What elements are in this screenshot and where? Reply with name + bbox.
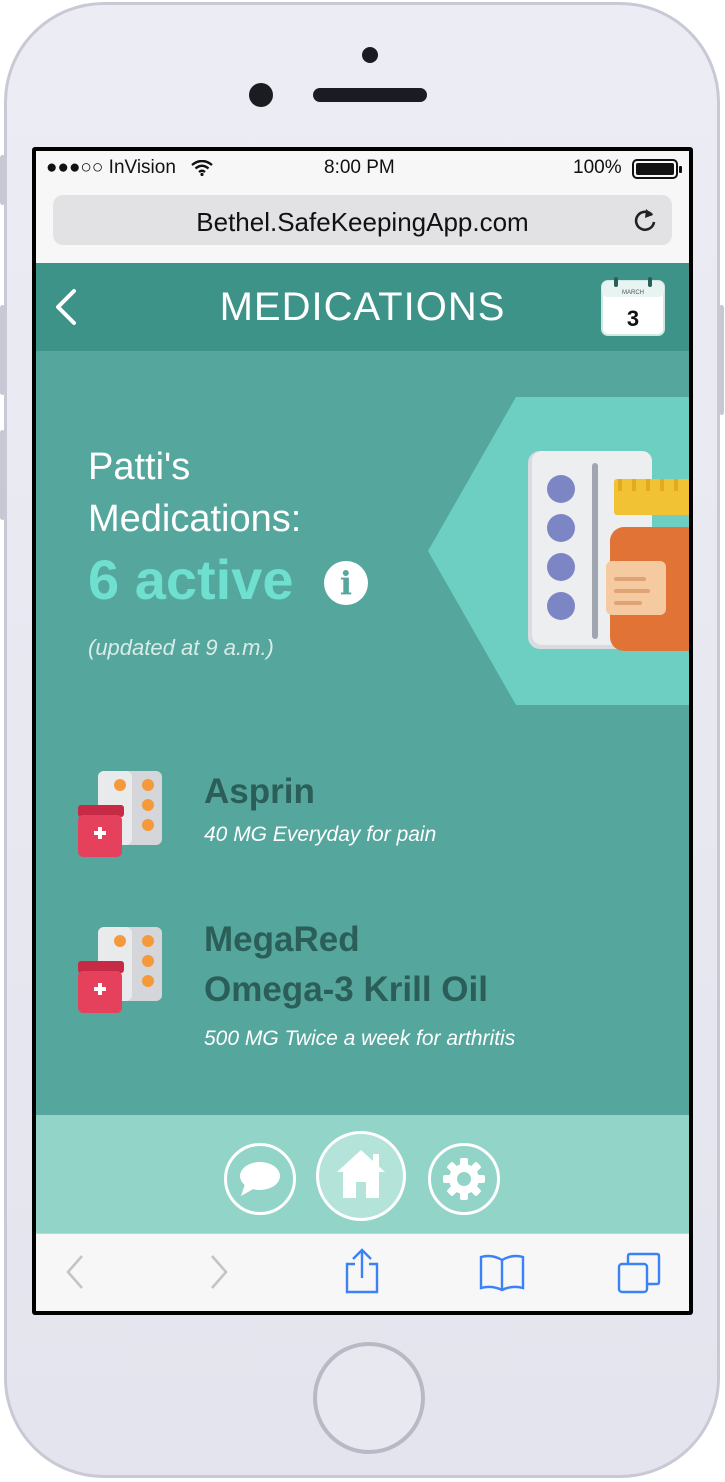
earpiece-speaker — [313, 88, 427, 102]
battery-icon — [632, 159, 682, 179]
app-content: MEDICATIONS MARCH 3 Patti's Medications:… — [36, 263, 689, 1233]
url-field[interactable]: Bethel.SafeKeepingApp.com — [53, 195, 672, 245]
status-bar: ●●●○○ InVision 8:00 PM 100% — [36, 151, 689, 187]
carrier-label: ●●●○○ InVision — [46, 157, 176, 178]
url-text: Bethel.SafeKeepingApp.com — [196, 207, 529, 237]
bookmarks-icon[interactable] — [478, 1252, 526, 1292]
patient-name: Patti's — [88, 446, 191, 488]
share-icon[interactable] — [342, 1248, 382, 1294]
pill-bottle-icon — [78, 927, 162, 1013]
medication-description: 40 MG Everyday for pain — [204, 823, 437, 846]
medication-name-line2: Omega-3 Krill Oil — [204, 970, 488, 1009]
forward-arrow-icon[interactable] — [208, 1252, 232, 1292]
home-button[interactable] — [313, 1342, 425, 1454]
volume-down-button — [0, 430, 5, 520]
reload-icon[interactable] — [632, 207, 658, 233]
medication-hero-illustration — [428, 397, 689, 705]
browser-url-bar: Bethel.SafeKeepingApp.com — [36, 187, 689, 264]
calendar-month: MARCH — [622, 290, 644, 296]
gear-icon — [443, 1158, 485, 1200]
browser-toolbar — [36, 1233, 689, 1311]
wifi-icon — [191, 160, 213, 176]
calendar-day: 3 — [627, 306, 639, 331]
volume-up-button — [0, 305, 5, 395]
front-sensor — [362, 47, 378, 63]
medication-description: 500 MG Twice a week for arthritis — [204, 1027, 516, 1050]
home-icon — [337, 1150, 385, 1198]
page-title: MEDICATIONS — [219, 285, 506, 329]
patient-heading: Patti's Medications: — [88, 441, 301, 545]
medication-item[interactable]: Asprin 40 MG Everyday for pain — [36, 753, 689, 873]
tab-chat[interactable] — [224, 1143, 296, 1215]
back-arrow-icon[interactable] — [62, 1252, 86, 1292]
active-count: 6 active — [88, 548, 294, 611]
app-tab-bar — [36, 1115, 689, 1233]
front-camera — [249, 83, 273, 107]
pill-bottle-icon — [78, 771, 162, 857]
tab-home[interactable] — [316, 1131, 406, 1221]
info-icon[interactable]: i — [324, 561, 368, 605]
medication-item[interactable]: MegaRed Omega-3 Krill Oil 500 MG Twice a… — [36, 913, 689, 1073]
battery-percent: 100% — [573, 157, 622, 178]
active-count-row: 6 active i — [88, 547, 368, 611]
medication-name-line1: MegaRed — [204, 920, 360, 959]
updated-timestamp: (updated at 9 a.m.) — [88, 635, 274, 660]
clock: 8:00 PM — [324, 157, 395, 178]
chat-bubble-icon — [240, 1162, 280, 1196]
tab-settings[interactable] — [428, 1143, 500, 1215]
mute-switch — [0, 155, 5, 205]
medications-label: Medications: — [88, 498, 302, 540]
tabs-icon[interactable] — [616, 1252, 662, 1294]
medication-name: Asprin — [204, 772, 315, 811]
screen: ●●●○○ InVision 8:00 PM 100% Bethel.SafeK… — [36, 151, 689, 1311]
power-button — [719, 305, 724, 415]
calendar-icon[interactable]: MARCH 3 — [600, 277, 666, 337]
app-header: MEDICATIONS MARCH 3 — [36, 263, 689, 351]
